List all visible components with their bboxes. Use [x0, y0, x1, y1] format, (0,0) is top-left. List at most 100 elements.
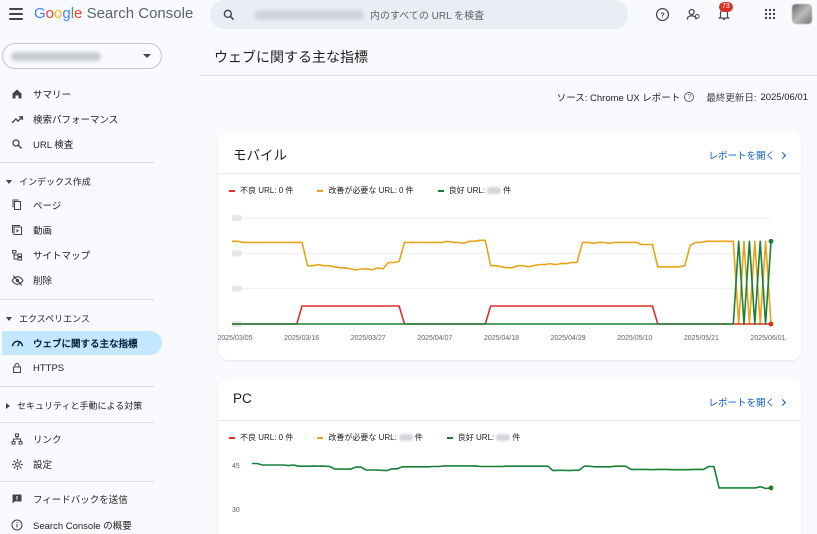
help-icon[interactable]: ?: [684, 92, 695, 102]
trending-up-icon: [10, 112, 24, 126]
gauge-icon: [10, 336, 24, 350]
notification-badge: 73: [719, 2, 733, 12]
search-console-logo[interactable]: Google Search Console: [34, 5, 193, 22]
logo-letter: G: [34, 5, 46, 22]
section-experience[interactable]: エクスペリエンス: [6, 312, 90, 325]
open-report-label: レポートを開く: [708, 398, 775, 409]
open-report-link[interactable]: レポートを開く: [708, 148, 787, 162]
chevron-right-icon: [778, 398, 787, 406]
section-indexing[interactable]: インデックス作成: [6, 175, 91, 188]
legend-label: 良好 URL:: [457, 433, 495, 442]
links-icon: [10, 432, 24, 446]
legend-poor[interactable]: 不良 URL: 0 件: [229, 432, 293, 443]
divider: [0, 299, 154, 300]
series-endpoint: [768, 238, 774, 244]
sidebar-item-settings[interactable]: 設定: [2, 452, 162, 476]
legend-needs-improvement[interactable]: 改善が必要な URL: 0 件: [317, 185, 414, 196]
pc-line-chart: 45 30: [232, 462, 774, 514]
chart-legend: 不良 URL: 0 件 改善が必要な URL: 件 良好 URL: 件: [229, 432, 544, 443]
legend-label: 件: [414, 433, 423, 442]
series-line: [232, 305, 771, 325]
sidebar-item-label: 動画: [33, 226, 53, 237]
divider: [199, 75, 817, 76]
series-endpoint: [768, 321, 774, 327]
sidebar-item-https[interactable]: HTTPS: [2, 356, 162, 380]
blurred-value: [496, 434, 511, 441]
sidebar-item-feedback[interactable]: フィードバックを送信: [2, 487, 162, 511]
legend-swatch: [229, 189, 235, 192]
divider: [0, 481, 154, 482]
legend-swatch: [446, 436, 453, 439]
apps-grid-icon[interactable]: [762, 6, 778, 22]
divider: [0, 386, 154, 387]
sidebar-item-performance[interactable]: 検索パフォーマンス: [2, 107, 162, 131]
url-inspect-search[interactable]: 内のすべての URL を検査: [210, 0, 628, 29]
last-updated-label: 最終更新日:: [706, 93, 757, 104]
logo-product-name: Search Console: [86, 5, 194, 22]
sidebar-item-video[interactable]: 動画: [2, 218, 162, 242]
video-icon: [10, 223, 24, 237]
legend-good[interactable]: 良好 URL: 件: [437, 185, 512, 196]
card-title: PC: [233, 391, 252, 406]
mobile-card: モバイル レポートを開く 不良 URL: 0 件 改善が必要な URL: 0 件…: [218, 132, 801, 360]
divider: [218, 173, 801, 174]
sidebar-item-pages[interactable]: ページ: [2, 193, 162, 217]
logo-letter: e: [74, 5, 83, 22]
y-tick-label: 45: [232, 463, 240, 470]
x-tick-label: 2025/03/27: [351, 335, 386, 342]
y-tick-label-blurred: [232, 250, 242, 257]
x-tick-label: 2025/05/21: [684, 335, 719, 342]
mobile-line-chart: 2025/03/05 2025/03/16 2025/03/27 2025/04/07…: [218, 215, 786, 342]
x-tick-label: 2025/04/07: [417, 335, 452, 342]
top-bar: Google Search Console 内のすべての URL を検査 ? 7…: [0, 0, 817, 32]
sidebar-item-label: 削除: [33, 276, 53, 287]
x-tick-label: 2025/03/05: [218, 335, 253, 342]
logo-letter: o: [45, 5, 55, 22]
legend-swatch: [229, 436, 235, 439]
sidebar-item-core-web-vitals[interactable]: ウェブに関する主な指標: [2, 331, 162, 355]
blurred-value: [487, 187, 502, 194]
legend-label: 改善が必要な URL: 0 件: [328, 186, 414, 195]
sidebar-item-label: リンク: [33, 435, 62, 446]
sidebar-item-url-inspection[interactable]: URL 検査: [2, 132, 162, 156]
legend-swatch: [437, 189, 444, 192]
legend-label: 不良 URL: 0 件: [240, 433, 294, 442]
legend-poor[interactable]: 不良 URL: 0 件: [229, 185, 293, 196]
sitemap-icon: [10, 248, 24, 262]
sidebar-item-links[interactable]: リンク: [2, 427, 162, 451]
divider: [0, 162, 154, 163]
legend-good[interactable]: 良好 URL: 件: [446, 432, 521, 443]
sidebar-item-label: サマリー: [33, 90, 72, 101]
chevron-down-icon: [6, 316, 12, 321]
open-report-link[interactable]: レポートを開く: [708, 395, 787, 409]
sidebar-item-removals[interactable]: 削除: [2, 268, 162, 292]
x-tick-label: 2025/04/18: [484, 335, 519, 342]
legend-label: 件: [512, 433, 521, 442]
legend-needs-improvement[interactable]: 改善が必要な URL: 件: [317, 432, 423, 443]
help-icon[interactable]: ?: [654, 6, 670, 22]
chevron-down-icon: [6, 179, 12, 184]
main-menu-button[interactable]: [9, 8, 23, 20]
legend-label: 改善が必要な URL:: [328, 433, 397, 442]
property-selector[interactable]: [2, 43, 162, 69]
sidebar-item-label: 検索パフォーマンス: [33, 115, 119, 126]
section-security[interactable]: セキュリティと手動による対策: [6, 399, 142, 412]
sidebar-item-about[interactable]: Search Console の概要: [2, 513, 162, 534]
divider: [218, 420, 801, 421]
account-avatar[interactable]: [792, 4, 812, 24]
property-name-blurred: [11, 51, 101, 61]
sidebar-item-label: Search Console の概要: [33, 521, 132, 532]
manage-users-icon[interactable]: [685, 6, 701, 22]
legend-label: 件: [503, 186, 512, 195]
sidebar-item-label: サイトマップ: [33, 251, 91, 262]
chart-legend: 不良 URL: 0 件 改善が必要な URL: 0 件 良好 URL: 件: [229, 185, 535, 196]
visibility-off-icon: [10, 273, 24, 287]
chevron-right-icon: [778, 151, 787, 159]
section-label: セキュリティと手動による対策: [17, 401, 143, 411]
legend-label: 良好 URL:: [448, 186, 486, 195]
last-updated-date: 2025/06/01: [760, 91, 808, 103]
chevron-down-icon: [143, 54, 151, 58]
sidebar-item-sitemap[interactable]: サイトマップ: [2, 243, 162, 267]
sidebar-item-summary[interactable]: サマリー: [2, 82, 162, 106]
search-icon: [223, 9, 235, 20]
